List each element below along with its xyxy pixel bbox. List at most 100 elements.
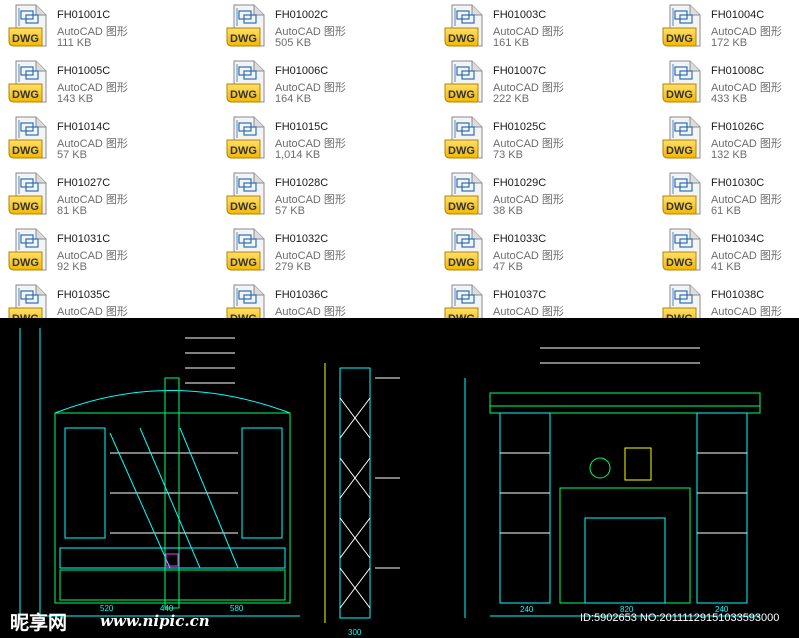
file-item[interactable]: DWG FH01034C AutoCAD 图形 41 KB bbox=[654, 224, 799, 274]
file-item[interactable]: DWG FH01007C AutoCAD 图形 222 KB bbox=[436, 56, 646, 106]
file-item[interactable]: DWG FH01006C AutoCAD 图形 164 KB bbox=[218, 56, 428, 106]
dwg-file-icon: DWG bbox=[8, 4, 47, 47]
file-size: 222 KB bbox=[493, 93, 530, 105]
file-item[interactable]: DWG FH01027C AutoCAD 图形 81 KB bbox=[0, 168, 210, 218]
file-size: 57 KB bbox=[275, 205, 305, 217]
file-size: 279 KB bbox=[275, 261, 312, 273]
file-name: FH01015C bbox=[275, 121, 329, 133]
dwg-file-icon: DWG bbox=[226, 116, 265, 159]
file-item[interactable]: DWG FH01033C AutoCAD 图形 47 KB bbox=[436, 224, 646, 274]
watermark-url: www.nipic.cn bbox=[100, 612, 210, 630]
file-name: FH01014C bbox=[57, 121, 111, 133]
dwg-label: DWG bbox=[666, 201, 693, 213]
file-size: 47 KB bbox=[493, 261, 523, 273]
file-item[interactable]: DWG FH01032C AutoCAD 图形 279 KB bbox=[218, 224, 428, 274]
file-item[interactable]: DWG FH01026C AutoCAD 图形 132 KB bbox=[654, 112, 799, 162]
file-size: 41 KB bbox=[711, 261, 741, 273]
file-name: FH01026C bbox=[711, 121, 765, 133]
dwg-file-icon: DWG bbox=[8, 228, 47, 271]
file-item[interactable]: DWG FH01029C AutoCAD 图形 38 KB bbox=[436, 168, 646, 218]
file-size: 111 KB bbox=[57, 37, 92, 49]
file-item[interactable]: DWG FH01038C AutoCAD 图形 bbox=[654, 280, 799, 318]
file-size: 172 KB bbox=[711, 37, 748, 49]
file-size: 164 KB bbox=[275, 93, 312, 105]
file-item[interactable]: DWG FH01002C AutoCAD 图形 505 KB bbox=[218, 0, 428, 50]
cabinet-arch bbox=[54, 390, 291, 414]
file-name: FH01037C bbox=[493, 289, 547, 301]
dwg-label: DWG bbox=[666, 145, 693, 157]
file-item[interactable]: DWG FH01015C AutoCAD 图形 1,014 KB bbox=[218, 112, 428, 162]
file-size: 505 KB bbox=[275, 37, 312, 49]
cabinet-drawer bbox=[59, 547, 286, 569]
cabinet-base bbox=[59, 569, 286, 601]
file-item[interactable]: DWG FH01037C AutoCAD 图形 bbox=[436, 280, 646, 318]
dwg-file-icon: DWG bbox=[444, 228, 483, 271]
mirror-hatch bbox=[139, 427, 201, 569]
dwg-file-icon: DWG bbox=[444, 172, 483, 215]
file-name: FH01029C bbox=[493, 177, 547, 189]
file-type: AutoCAD 图形 bbox=[275, 306, 346, 318]
file-size: 132 KB bbox=[711, 149, 748, 161]
file-size: 81 KB bbox=[57, 205, 87, 217]
file-name: FH01007C bbox=[493, 65, 547, 77]
file-item[interactable]: DWG FH01003C AutoCAD 图形 161 KB bbox=[436, 0, 646, 50]
dwg-label: DWG bbox=[448, 145, 475, 157]
file-item[interactable]: DWG FH01025C AutoCAD 图形 73 KB bbox=[436, 112, 646, 162]
dwg-file-icon: DWG bbox=[662, 60, 701, 103]
section-column bbox=[339, 367, 371, 619]
dwg-file-icon: DWG bbox=[226, 172, 265, 215]
file-size: 73 KB bbox=[493, 149, 523, 161]
file-grid: DWG FH01001C AutoCAD 图形 111 KB DWG FH01002C Au… bbox=[0, 0, 799, 318]
file-type: AutoCAD 图形 bbox=[711, 306, 782, 318]
file-item[interactable]: DWG FH01036C AutoCAD 图形 bbox=[218, 280, 428, 318]
file-name: FH01038C bbox=[711, 289, 765, 301]
dwg-label: DWG bbox=[666, 33, 693, 45]
dwg-label: DWG bbox=[666, 89, 693, 101]
file-item[interactable]: DWG FH01035C AutoCAD 图形 bbox=[0, 280, 210, 318]
dwg-label: DWG bbox=[230, 257, 257, 269]
cabinet-frame bbox=[54, 412, 291, 604]
section-detail bbox=[324, 363, 400, 623]
wine-cabinet-elevation bbox=[19, 328, 300, 618]
file-name: FH01033C bbox=[493, 233, 547, 245]
file-name: FH01008C bbox=[711, 65, 765, 77]
file-item[interactable]: DWG FH01005C AutoCAD 图形 143 KB bbox=[0, 56, 210, 106]
mirror-hatch bbox=[179, 427, 239, 569]
file-item[interactable]: DWG FH01014C AutoCAD 图形 57 KB bbox=[0, 112, 210, 162]
file-item[interactable]: DWG FH01001C AutoCAD 图形 111 KB bbox=[0, 0, 210, 50]
file-name: FH01002C bbox=[275, 9, 329, 21]
file-name: FH01032C bbox=[275, 233, 329, 245]
cornice bbox=[489, 392, 761, 414]
watermark-id: ID:5902653 NO:20111129151033593000 bbox=[580, 612, 780, 624]
file-item[interactable]: DWG FH01004C AutoCAD 图形 172 KB bbox=[654, 0, 799, 50]
right-glass-door bbox=[241, 427, 283, 539]
dwg-label: DWG bbox=[230, 201, 257, 213]
dwg-file-icon: DWG bbox=[8, 284, 47, 318]
file-name: FH01003C bbox=[493, 9, 547, 21]
dwg-file-icon: DWG bbox=[662, 228, 701, 271]
file-type: AutoCAD 图形 bbox=[57, 306, 128, 318]
file-size: 1,014 KB bbox=[275, 149, 321, 161]
dwg-file-icon: DWG bbox=[226, 60, 265, 103]
dwg-label: DWG bbox=[12, 257, 39, 269]
dwg-file-icon: DWG bbox=[662, 116, 701, 159]
file-item[interactable]: DWG FH01028C AutoCAD 图形 57 KB bbox=[218, 168, 428, 218]
file-item[interactable]: DWG FH01030C AutoCAD 图形 61 KB bbox=[654, 168, 799, 218]
file-size: 433 KB bbox=[711, 93, 748, 105]
wall-picture bbox=[624, 447, 652, 481]
dwg-file-icon: DWG bbox=[226, 4, 265, 47]
file-size: 143 KB bbox=[57, 93, 94, 105]
dwg-label: DWG bbox=[12, 145, 39, 157]
dwg-label: DWG bbox=[12, 33, 39, 45]
dwg-label: DWG bbox=[230, 89, 257, 101]
cad-drawing-preview: 520 440 580 300 240 820 240 昵享网 www.nipi… bbox=[0, 318, 799, 638]
dimension-text: 240 bbox=[520, 605, 534, 614]
dwg-label: DWG bbox=[666, 257, 693, 269]
dwg-file-icon: DWG bbox=[662, 172, 701, 215]
file-item[interactable]: DWG FH01008C AutoCAD 图形 433 KB bbox=[654, 56, 799, 106]
file-item[interactable]: DWG FH01031C AutoCAD 图形 92 KB bbox=[0, 224, 210, 274]
dwg-file-icon: DWG bbox=[8, 60, 47, 103]
dimension-text: 300 bbox=[348, 628, 362, 637]
dwg-file-icon: DWG bbox=[444, 284, 483, 318]
right-bookshelf bbox=[696, 412, 748, 604]
